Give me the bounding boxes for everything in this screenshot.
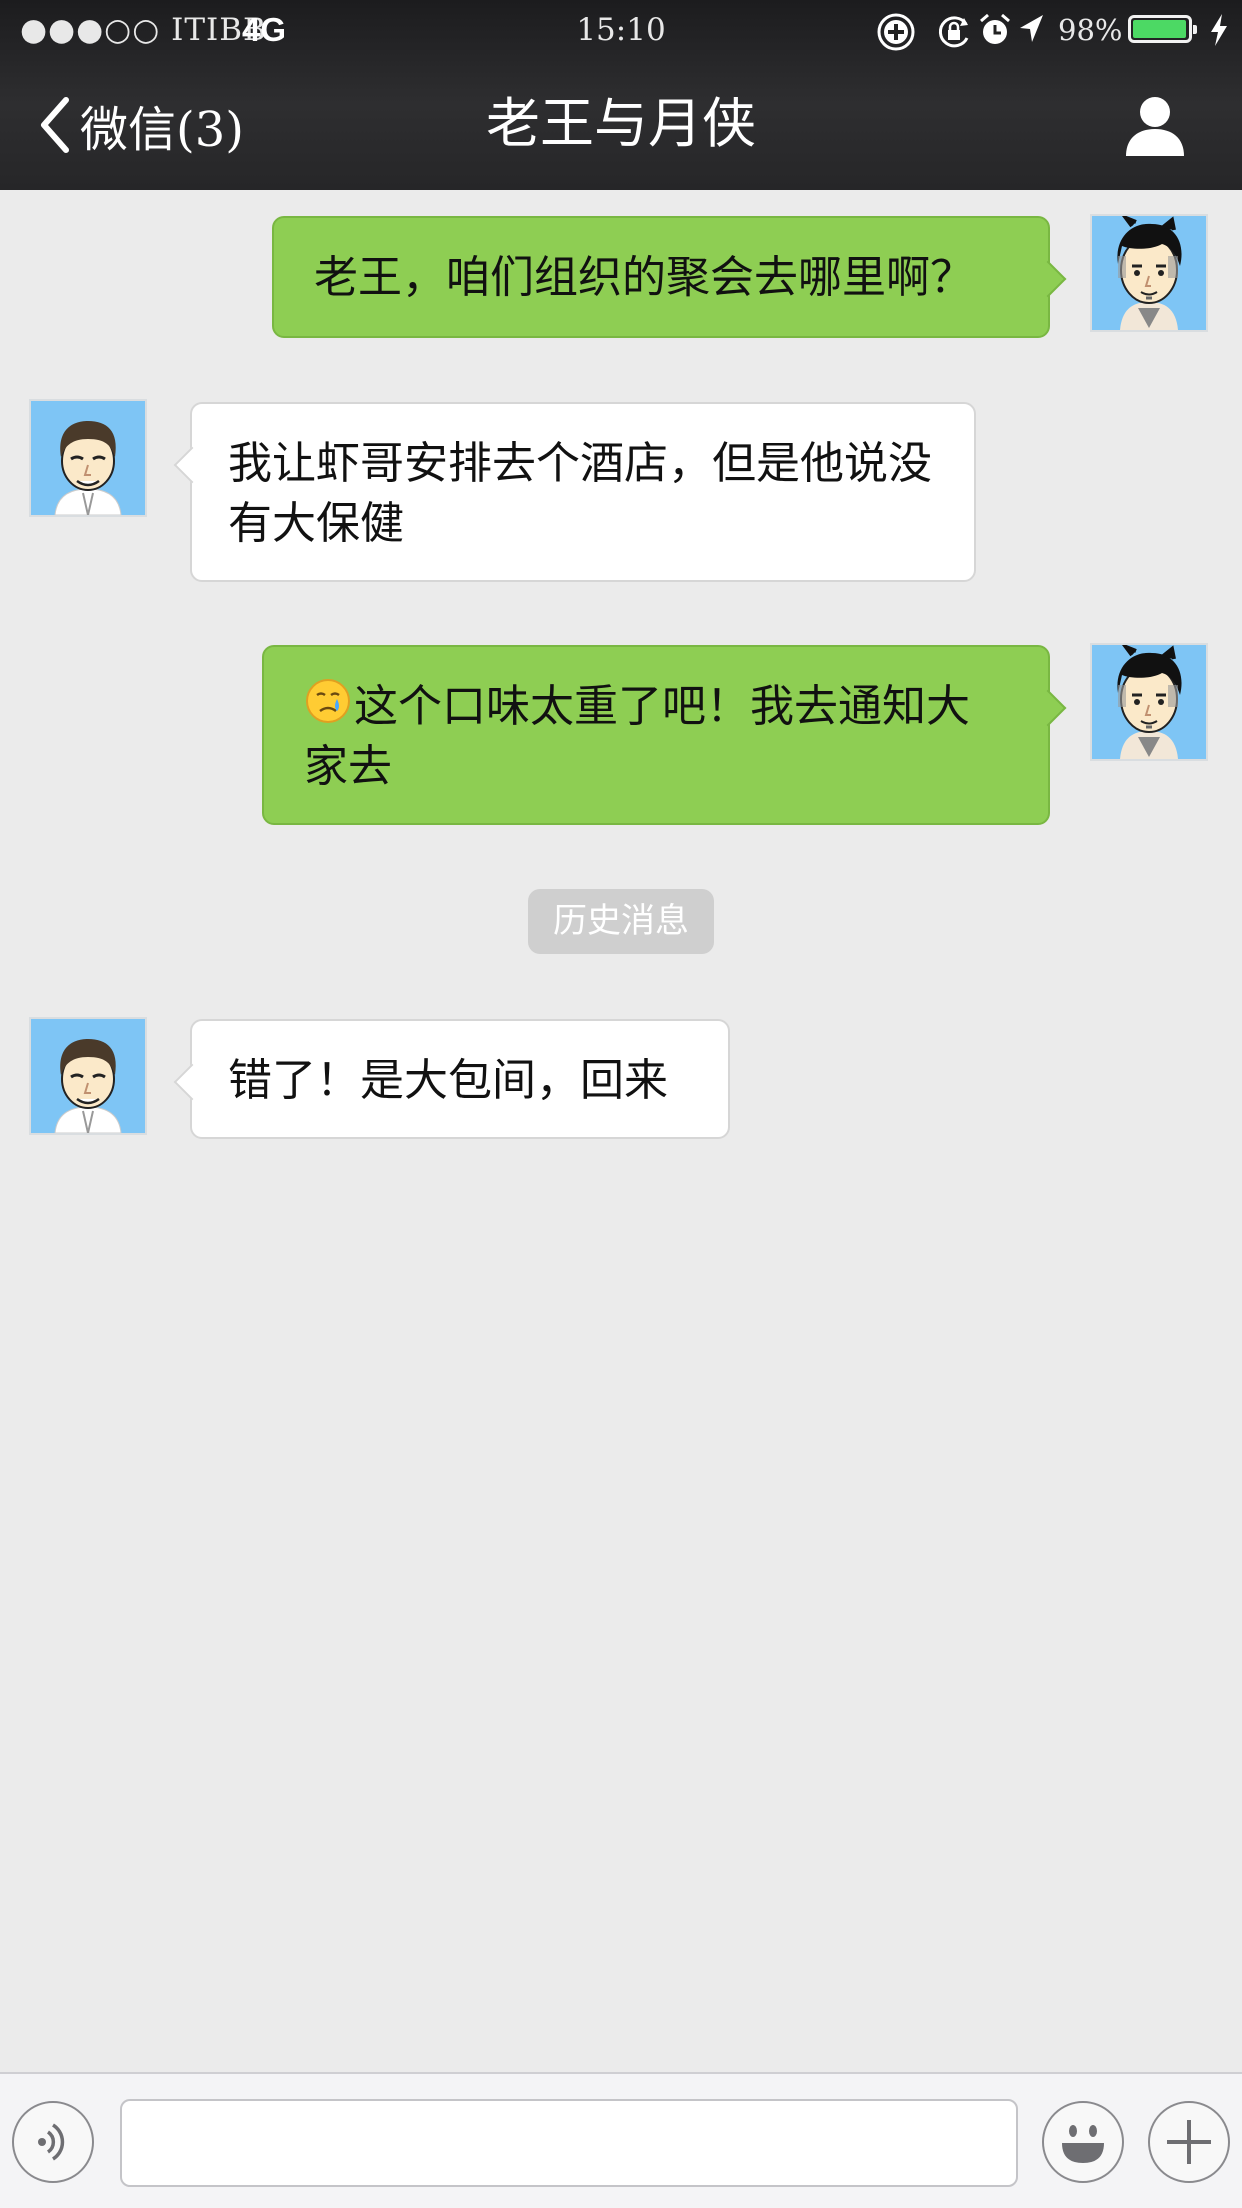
avatar-illustration [1117, 645, 1182, 759]
battery-icon [1128, 15, 1197, 43]
avatar-illustration [1117, 216, 1182, 330]
message-text: 老王，咱们组织的聚会去哪里啊？ [314, 252, 974, 303]
status-bar: ●●●○○ ITIBB 4G 15:10 98% [0, 0, 1242, 60]
bubble-tail [173, 1063, 211, 1101]
input-bar [0, 2072, 1242, 2208]
voice-button[interactable] [12, 2101, 94, 2183]
message-text: 错了！是大包间，回来 [228, 1055, 668, 1106]
battery-level-fill [1133, 20, 1186, 38]
message-bubble-contact[interactable]: 我让虾哥安排去个酒店，但是他说没有大保健 [173, 402, 976, 582]
avatar-illustration [54, 1039, 122, 1133]
plus-icon [1167, 2120, 1211, 2164]
battery-cap [1193, 25, 1197, 34]
message-input[interactable] [120, 2099, 1018, 2187]
battery-percent: 98% [1058, 13, 1123, 47]
message-bubble-self[interactable]: 老王，咱们组织的聚会去哪里啊？ [272, 216, 1067, 338]
voice-icon [38, 2123, 65, 2161]
bubble-tail [173, 446, 211, 484]
self-avatar[interactable] [1090, 214, 1208, 332]
message-text: 这个口味太重了吧！我去通知大家去 [304, 681, 970, 792]
status-time: 15:10 [576, 12, 666, 48]
crying-face-emoji [306, 679, 350, 723]
more-button[interactable] [1148, 2101, 1230, 2183]
emoji-button[interactable] [1042, 2101, 1124, 2183]
contact-avatar[interactable] [29, 399, 147, 517]
plus-circle-icon [877, 13, 915, 51]
rotation-lock-icon [938, 16, 969, 48]
person-icon[interactable] [1120, 94, 1190, 158]
bubble-tail [1029, 260, 1067, 298]
history-messages-notice[interactable]: 历史消息 [528, 889, 714, 954]
avatar-illustration [54, 421, 122, 515]
message-content: 这个口味太重了吧！我去通知大家去 [304, 677, 1008, 797]
charging-bolt-icon [1211, 14, 1227, 46]
contact-avatar[interactable] [29, 1017, 147, 1135]
message-text: 我让虾哥安排去个酒店，但是他说没有大保健 [228, 438, 932, 549]
self-avatar[interactable] [1090, 643, 1208, 761]
message-bubble-self[interactable]: 这个口味太重了吧！我去通知大家去 [262, 645, 1067, 825]
location-arrow-icon [1020, 15, 1043, 42]
chat-title: 老王与月侠 [486, 92, 756, 155]
emoji-smile-icon [1062, 2125, 1104, 2163]
top-bar: ●●●○○ ITIBB 4G 15:10 98% 微信(3) 老王与月侠 [0, 0, 1242, 190]
alarm-icon [980, 13, 1010, 44]
message-bubble-contact[interactable]: 错了！是大包间，回来 [173, 1019, 730, 1139]
bubble-tail [1029, 689, 1067, 727]
